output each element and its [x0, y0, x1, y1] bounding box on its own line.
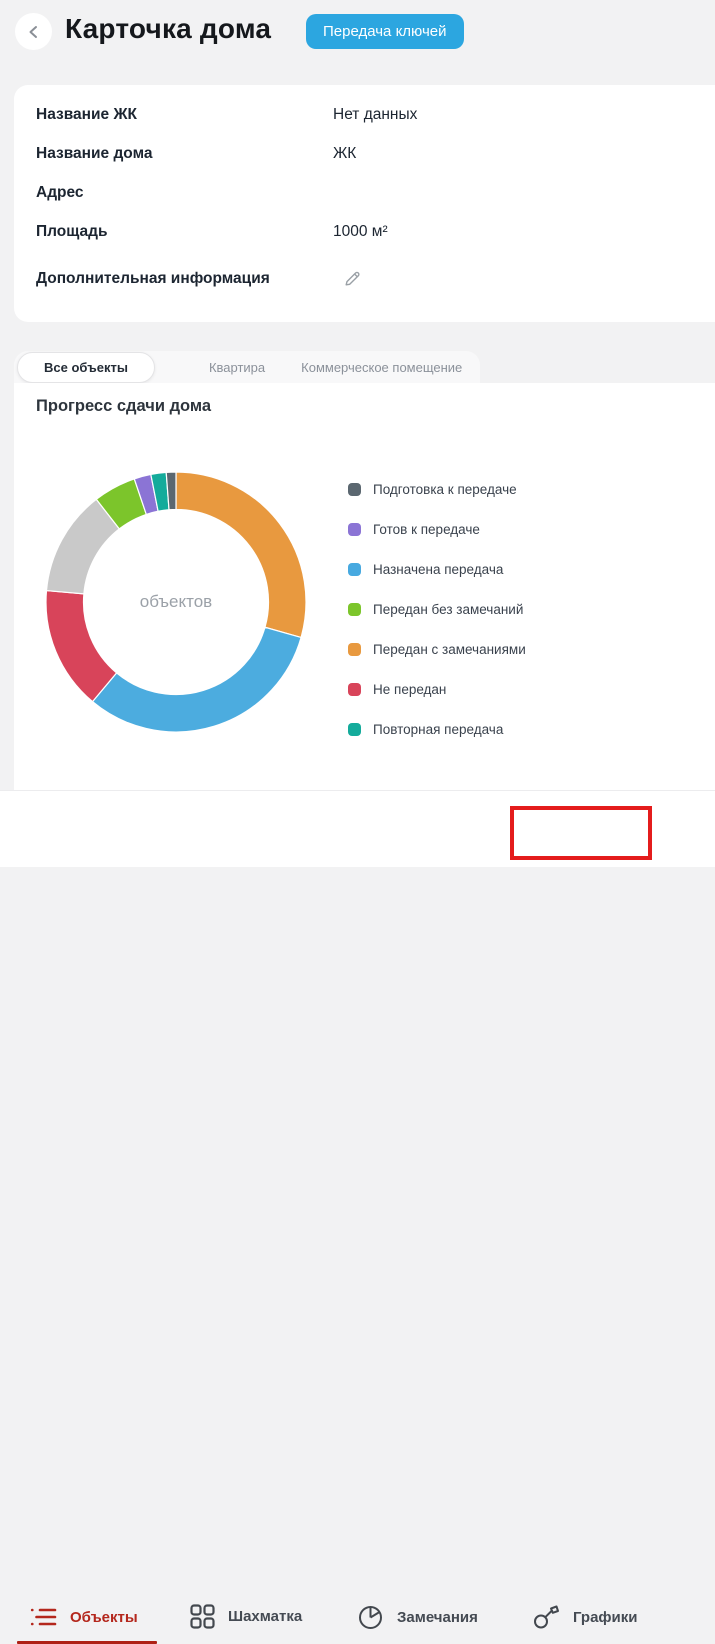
nav-label: Объекты [70, 1608, 138, 1626]
legend-label: Готов к передаче [373, 521, 480, 537]
donut-segment[interactable] [91, 626, 302, 733]
legend-color-swatch [348, 722, 361, 736]
field-label: Адрес [36, 183, 84, 201]
donut-chart[interactable]: объектов [45, 471, 307, 733]
info-field-row: Дополнительная информация [36, 259, 693, 298]
edit-pencil-icon[interactable] [343, 269, 362, 288]
nav-label: Замечания [397, 1608, 478, 1626]
donut-segment[interactable] [45, 589, 118, 703]
field-label: Название ЖК [36, 105, 137, 123]
field-label: Название дома [36, 144, 153, 162]
chevron-left-icon [25, 23, 43, 41]
legend-color-swatch [348, 482, 361, 496]
chart-title: Прогресс сдачи дома [36, 397, 212, 415]
nav-item-remarks[interactable]: Замечания [358, 1604, 478, 1630]
legend-item: Передан с замечаниями [348, 629, 526, 669]
nav-label: Шахматка [228, 1608, 303, 1625]
progress-chart-panel: Прогресс сдачи дома объектов Подготовка … [14, 383, 715, 790]
legend-item: Готов к передаче [348, 509, 526, 549]
legend-item: Не передан [348, 669, 526, 709]
tab-all-objects[interactable]: Все объекты [17, 351, 155, 383]
legend-label: Подготовка к передаче [373, 481, 517, 497]
legend-label: Передан с замечаниями [373, 641, 526, 657]
house-info-card: Название ЖК Нет данных Название дома ЖК Адре… [14, 85, 715, 322]
key-handover-button[interactable]: Передача ключей [306, 14, 464, 49]
header: Карточка дома Передача ключей [0, 0, 715, 85]
tab-commercial[interactable]: Коммерческое помещение [301, 360, 462, 375]
chart-legend: Подготовка к передаче Готов к передаче Наз… [348, 469, 526, 749]
field-label: Дополнительная информация [36, 269, 270, 287]
field-label: Площадь [36, 222, 108, 240]
nav-item-chessboard[interactable]: Шахматка [190, 1604, 302, 1629]
page-title: Карточка дома [65, 13, 272, 44]
legend-color-swatch [348, 682, 361, 696]
nav-item-charts[interactable]: Графики [533, 1604, 638, 1630]
legend-color-swatch [348, 602, 361, 616]
back-button[interactable] [15, 13, 52, 50]
legend-item: Назначена передача [348, 549, 526, 589]
nav-item-objects[interactable]: Объекты [30, 1604, 138, 1630]
nav-label: Графики [573, 1608, 638, 1626]
field-value: 1000 м² [333, 222, 388, 240]
legend-color-swatch [348, 562, 361, 576]
legend-label: Назначена передача [373, 561, 504, 577]
legend-item: Передан без замечаний [348, 589, 526, 629]
pie-icon [358, 1604, 384, 1630]
field-value: ЖК [333, 144, 357, 162]
info-field-row: Адрес [36, 173, 693, 212]
legend-color-swatch [348, 522, 361, 536]
key-icon [533, 1604, 560, 1630]
legend-color-swatch [348, 642, 361, 656]
legend-label: Передан без замечаний [373, 601, 524, 617]
info-field-row: Название дома ЖК [36, 134, 693, 173]
list-icon [30, 1604, 57, 1630]
info-field-row: Название ЖК Нет данных [36, 95, 693, 134]
grid-icon [190, 1604, 215, 1629]
object-type-tabs: Все объекты Квартира Коммерческое помещени… [14, 351, 480, 383]
field-value: Нет данных [333, 105, 418, 123]
bottom-nav: Объекты Шахматка Замечания Графики [0, 790, 715, 1644]
donut-segment[interactable] [175, 471, 307, 639]
legend-label: Повторная передача [373, 721, 504, 737]
legend-item: Повторная передача [348, 709, 526, 749]
tab-apartment[interactable]: Квартира [209, 360, 265, 375]
info-field-row: Площадь 1000 м² [36, 212, 693, 251]
legend-item: Подготовка к передаче [348, 469, 526, 509]
legend-label: Не передан [373, 681, 447, 697]
